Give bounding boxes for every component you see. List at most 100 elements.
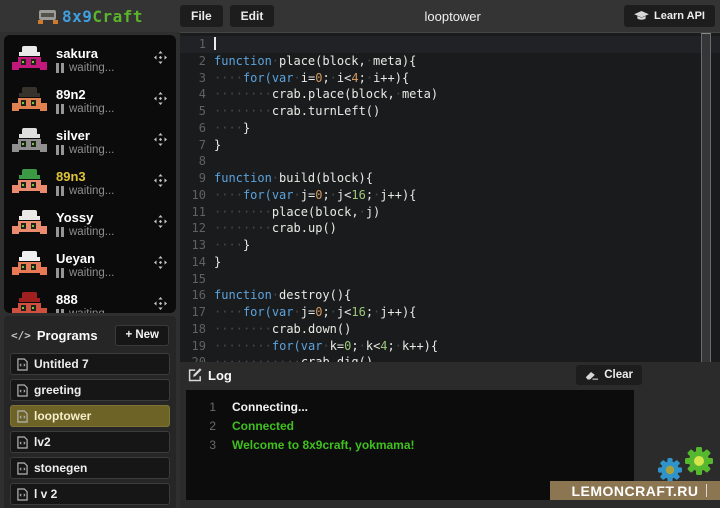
player-status-text: waiting... [69, 226, 114, 238]
move-icon[interactable] [154, 215, 167, 233]
whitespace-dot: · [257, 322, 264, 336]
player-name: 888 [56, 292, 145, 307]
whitespace-dot: · [395, 87, 402, 101]
player-avatar [12, 291, 47, 313]
log-message: Connected [232, 417, 294, 436]
code-line[interactable]: 20············crab.dig() [180, 354, 720, 362]
whitespace-dot: · [265, 104, 272, 118]
code-text: ············crab.dig() [214, 354, 720, 362]
line-number: 4 [180, 86, 214, 103]
code-line[interactable]: 16function·destroy(){ [180, 287, 720, 304]
program-name: greeting [34, 383, 81, 397]
player-info: silver waiting... [56, 128, 145, 156]
pause-icon [56, 268, 64, 278]
program-item[interactable]: looptower [10, 405, 170, 427]
code-line[interactable]: 1 [180, 36, 720, 53]
programs-panel: </> Programs + New Untitled 7 greeting l… [4, 316, 176, 508]
code-line[interactable]: 10····for(var·j=0;·j<16;·j++){ [180, 187, 720, 204]
watermark-text: LEMONCRAFT.RU [571, 483, 698, 499]
menu-edit-button[interactable]: Edit [230, 5, 275, 27]
menu-file-button[interactable]: File [180, 5, 223, 27]
player-row[interactable]: silver waiting... [12, 121, 168, 162]
line-number: 20 [180, 354, 214, 362]
line-number: 14 [180, 254, 214, 271]
program-item[interactable]: l v 2 [10, 483, 170, 505]
whitespace-dot: · [236, 305, 243, 319]
code-line[interactable]: 7} [180, 137, 720, 154]
code-line[interactable]: 3····for(var·i=0;·i<4;·i++){ [180, 70, 720, 87]
code-text: ····} [214, 237, 720, 254]
whitespace-dot: · [265, 205, 272, 219]
line-number: 7 [180, 137, 214, 154]
player-row[interactable]: 89n3 waiting... [12, 162, 168, 203]
whitespace-dot: · [236, 71, 243, 85]
code-line[interactable]: 11········place(block,·j) [180, 204, 720, 221]
player-row[interactable]: 89n2 waiting... [12, 80, 168, 121]
code-line[interactable]: 13····} [180, 237, 720, 254]
clear-log-button[interactable]: Clear [576, 365, 642, 385]
line-number: 17 [180, 304, 214, 321]
move-icon[interactable] [154, 133, 167, 151]
pause-icon [56, 145, 64, 155]
player-info: 89n2 waiting... [56, 87, 145, 115]
player-avatar [12, 127, 47, 156]
code-text: function·build(block){ [214, 170, 720, 187]
move-icon[interactable] [154, 51, 167, 69]
player-status-text: waiting... [69, 103, 114, 115]
line-number: 3 [180, 70, 214, 87]
line-number: 5 [180, 103, 214, 120]
whitespace-dot: · [330, 305, 337, 319]
code-line[interactable]: 14} [180, 254, 720, 271]
program-name: Untitled 7 [34, 357, 89, 371]
player-row[interactable]: Yossy waiting... [12, 203, 168, 244]
code-line[interactable]: 17····for(var·j=0;·j<16;·j++){ [180, 304, 720, 321]
code-line[interactable]: 2function·place(block,·meta){ [180, 53, 720, 70]
new-program-button[interactable]: + New [115, 325, 169, 346]
green-gear-icon [685, 447, 713, 475]
program-item[interactable]: lv2 [10, 431, 170, 453]
whitespace-dot: · [294, 188, 301, 202]
player-avatar [12, 250, 47, 279]
whitespace-dot: · [257, 221, 264, 235]
player-row[interactable]: Ueyan waiting... [12, 244, 168, 285]
blue-gear-icon [658, 458, 682, 482]
learn-api-button[interactable]: Learn API [624, 5, 715, 27]
code-text: ········place(block,·j) [214, 204, 720, 221]
code-text: function·destroy(){ [214, 287, 720, 304]
player-row[interactable]: 888 waiting... [12, 285, 168, 313]
move-icon[interactable] [154, 92, 167, 110]
program-item[interactable]: stonegen [10, 457, 170, 479]
program-item[interactable]: Untitled 7 [10, 353, 170, 375]
code-line[interactable]: 5········crab.turnLeft() [180, 103, 720, 120]
document-title: looptower [281, 9, 624, 24]
code-line[interactable]: 4········crab.place(block,·meta) [180, 86, 720, 103]
move-icon[interactable] [154, 174, 167, 192]
line-number: 6 [180, 120, 214, 137]
program-item[interactable]: greeting [10, 379, 170, 401]
code-text: function·place(block,·meta){ [214, 53, 720, 70]
code-line[interactable]: 8 [180, 153, 720, 170]
line-number: 12 [180, 220, 214, 237]
watermark-banner: LEMONCRAFT.RU [550, 481, 720, 500]
code-line[interactable]: 9function·build(block){ [180, 170, 720, 187]
code-text: } [214, 137, 720, 154]
code-line[interactable]: 12········crab.up() [180, 220, 720, 237]
whitespace-dot: · [265, 221, 272, 235]
player-name: 89n2 [56, 87, 145, 102]
main-area: 12function·place(block,·meta){3····for(v… [180, 32, 720, 508]
code-editor[interactable]: 12function·place(block,·meta){3····for(v… [180, 32, 720, 362]
move-icon[interactable] [154, 297, 167, 314]
player-status-text: waiting... [69, 267, 114, 279]
editor-scrollbar[interactable] [701, 33, 711, 362]
whitespace-dot: · [228, 205, 235, 219]
program-name: stonegen [34, 461, 87, 475]
code-line[interactable]: 15 [180, 271, 720, 288]
player-row[interactable]: sakura waiting... [12, 39, 168, 80]
app-logo: 8x9Craft [0, 0, 180, 32]
player-info: 888 waiting... [56, 292, 145, 314]
player-name: 89n3 [56, 169, 145, 184]
code-line[interactable]: 19········for(var·k=0;·k<4;·k++){ [180, 338, 720, 355]
move-icon[interactable] [154, 256, 167, 274]
code-line[interactable]: 6····} [180, 120, 720, 137]
code-line[interactable]: 18········crab.down() [180, 321, 720, 338]
